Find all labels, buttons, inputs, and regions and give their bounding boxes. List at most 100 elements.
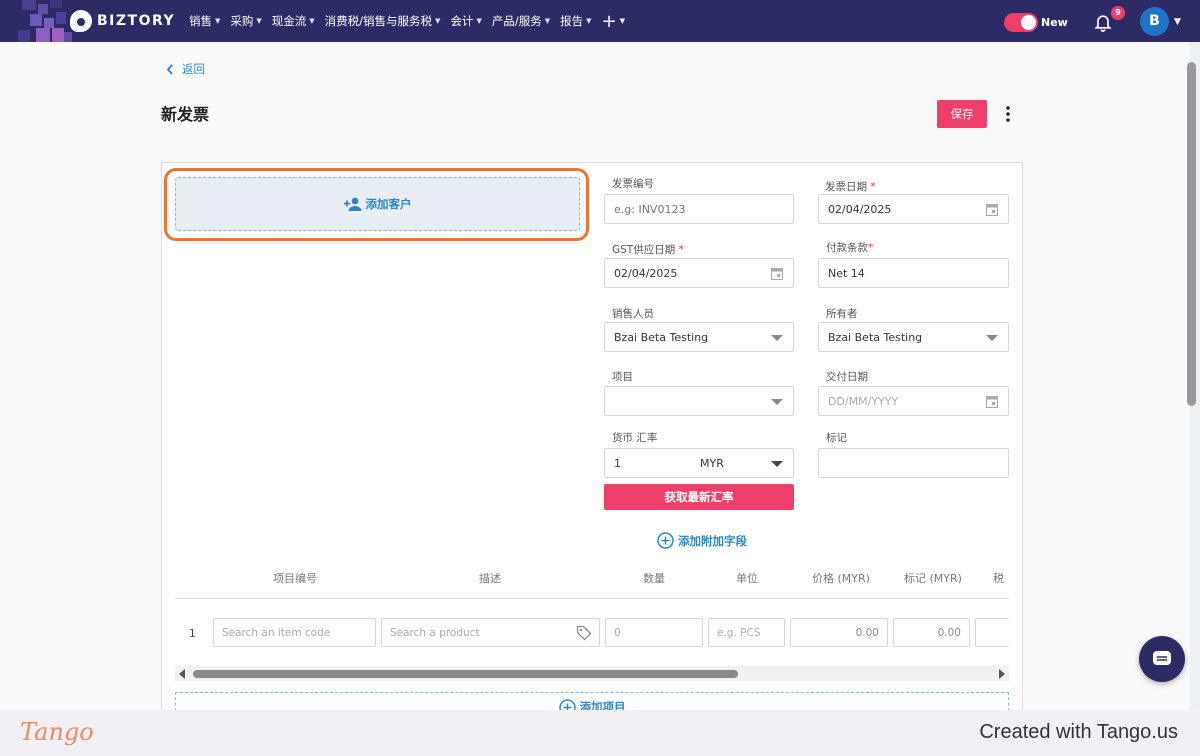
chevron-down-icon: ▼ bbox=[309, 17, 315, 25]
nav-item-products[interactable]: 产品/服务 ▼ bbox=[492, 13, 550, 29]
brand-logo[interactable]: BIZTORY bbox=[70, 10, 175, 32]
tag-label: 标记 bbox=[826, 432, 847, 444]
add-customer-button[interactable]: 添加客户 bbox=[175, 177, 580, 231]
invoice-date-field[interactable]: 02/04/2025 bbox=[818, 194, 1009, 224]
gst-date-field[interactable]: 02/04/2025 bbox=[604, 258, 794, 288]
dropdown-arrow-icon bbox=[986, 335, 998, 341]
tango-footer: Tango Created with Tango.us bbox=[0, 710, 1200, 756]
owner-select[interactable]: Bzai Beta Testing bbox=[818, 322, 1009, 352]
chevron-down-icon: ▼ bbox=[619, 17, 625, 25]
unit-placeholder: e.g. PCS bbox=[717, 626, 761, 639]
add-user-icon bbox=[343, 197, 361, 211]
delivery-date-field[interactable]: DD/MM/YYYY bbox=[818, 386, 1009, 416]
salesperson-select[interactable]: Bzai Beta Testing bbox=[604, 322, 794, 352]
tango-logo: Tango bbox=[20, 718, 94, 746]
toggle-label: New bbox=[1041, 16, 1068, 29]
main-nav: 销售 ▼ 采购 ▼ 现金流 ▼ 消费税/销售与服务税 ▼ 会计 ▼ 产品/服务 ▼ 报告 ▼ … bbox=[189, 0, 625, 42]
invoice-number-input[interactable] bbox=[604, 194, 794, 224]
currency-code: MYR bbox=[700, 457, 724, 470]
currency-rate-field[interactable]: 1 MYR bbox=[604, 448, 794, 478]
column-header-description: 描述 bbox=[479, 572, 501, 585]
gst-date-label: GST供应日期 * bbox=[612, 242, 684, 257]
table-header-divider bbox=[175, 598, 1009, 599]
top-navbar: BIZTORY 销售 ▼ 采购 ▼ 现金流 ▼ 消费税/销售与服务税 ▼ 会计 ▼ 产品/… bbox=[0, 0, 1200, 42]
quantity-placeholder: 0 bbox=[614, 626, 621, 639]
tag-amount-input[interactable]: 0.00 bbox=[893, 618, 970, 647]
column-header-tag: 标记 (MYR) bbox=[904, 572, 962, 585]
product-placeholder: Search a product bbox=[390, 626, 480, 639]
salesperson-value: Bzai Beta Testing bbox=[614, 330, 709, 344]
horizontal-scrollbar[interactable] bbox=[175, 666, 1009, 681]
tag-input[interactable] bbox=[818, 448, 1009, 478]
scrollbar-thumb[interactable] bbox=[193, 670, 738, 678]
avatar[interactable]: B bbox=[1140, 7, 1169, 36]
item-code-search-input[interactable]: Search an item code bbox=[213, 618, 376, 647]
chevron-down-icon: ▼ bbox=[544, 17, 551, 25]
payment-terms-field[interactable]: Net 14 bbox=[818, 258, 1009, 288]
unit-input[interactable]: e.g. PCS bbox=[708, 618, 785, 647]
more-options-icon[interactable] bbox=[1000, 104, 1016, 124]
label-text: 付款条款 bbox=[826, 242, 868, 254]
delivery-date-label: 交付日期 bbox=[826, 371, 868, 383]
get-latest-rate-button[interactable]: 获取最新汇率 bbox=[604, 484, 794, 510]
scroll-right-arrow-icon[interactable] bbox=[999, 669, 1005, 679]
vertical-scrollbar[interactable] bbox=[1187, 62, 1196, 406]
nav-item-accounting[interactable]: 会计 ▼ bbox=[450, 13, 481, 29]
item-code-placeholder: Search an item code bbox=[222, 626, 331, 639]
chat-icon bbox=[1153, 651, 1171, 665]
bell-icon[interactable] bbox=[1093, 12, 1113, 32]
invoice-date-value: 02/04/2025 bbox=[828, 202, 892, 216]
chevron-down-icon: ▼ bbox=[256, 17, 262, 25]
nav-label: 会计 bbox=[450, 14, 474, 28]
invoice-number-label: 发票编号 bbox=[612, 178, 654, 190]
tax-select[interactable] bbox=[975, 618, 1009, 647]
row-number: 1 bbox=[189, 628, 196, 640]
nav-add-menu[interactable]: + ▼ bbox=[601, 11, 624, 32]
gst-date-value: 02/04/2025 bbox=[614, 266, 678, 280]
chevron-left-icon bbox=[166, 63, 173, 75]
exchange-rate-value: 1 bbox=[614, 456, 621, 470]
owner-label: 所有者 bbox=[826, 308, 858, 320]
project-label: 项目 bbox=[612, 371, 633, 383]
price-value: 0.00 bbox=[855, 626, 879, 639]
chevron-down-icon[interactable]: ▼ bbox=[1174, 17, 1181, 27]
tag-amount-value: 0.00 bbox=[937, 626, 961, 639]
back-link[interactable]: 返回 bbox=[166, 61, 205, 77]
calendar-icon bbox=[986, 204, 998, 216]
owner-value: Bzai Beta Testing bbox=[828, 330, 923, 344]
label-text: GST供应日期 bbox=[612, 244, 676, 256]
quantity-input[interactable]: 0 bbox=[605, 618, 703, 647]
product-search-input[interactable]: Search a product bbox=[381, 618, 600, 647]
nav-item-tax[interactable]: 消费税/销售与服务税 ▼ bbox=[325, 13, 441, 29]
nav-label: 消费税/销售与服务税 bbox=[324, 14, 433, 28]
column-header-price: 价格 (MYR) bbox=[812, 572, 870, 585]
scroll-left-arrow-icon[interactable] bbox=[179, 669, 185, 679]
payment-terms-value: Net 14 bbox=[828, 266, 865, 280]
plus-circle-icon bbox=[657, 532, 674, 549]
brand-name: BIZTORY bbox=[97, 13, 176, 29]
currency-rate-label: 货币 汇率 bbox=[612, 432, 658, 444]
column-header-unit: 单位 bbox=[736, 572, 758, 585]
new-ui-toggle[interactable] bbox=[1004, 13, 1038, 32]
payment-terms-label: 付款条款* bbox=[826, 240, 873, 255]
nav-label: 采购 bbox=[230, 14, 254, 28]
calendar-icon bbox=[986, 396, 998, 408]
column-header-tax: 税 bbox=[993, 572, 1004, 585]
dropdown-arrow-icon bbox=[771, 461, 783, 467]
nav-item-reports[interactable]: 报告 ▼ bbox=[560, 13, 591, 29]
calendar-icon bbox=[771, 268, 783, 280]
nav-item-sales[interactable]: 销售 ▼ bbox=[189, 13, 220, 29]
notification-badge: 9 bbox=[1111, 6, 1125, 20]
save-button[interactable]: 保存 bbox=[937, 100, 987, 128]
nav-label: 产品/服务 bbox=[491, 14, 542, 28]
invoice-date-label: 发票日期 * bbox=[825, 179, 876, 194]
nav-item-cashflow[interactable]: 现金流 ▼ bbox=[272, 13, 315, 29]
tag-icon[interactable] bbox=[576, 625, 592, 641]
delivery-date-placeholder: DD/MM/YYYY bbox=[828, 394, 899, 408]
add-extra-field-button[interactable]: 添加附加字段 bbox=[657, 532, 747, 549]
price-input[interactable]: 0.00 bbox=[790, 618, 888, 647]
required-mark: * bbox=[868, 242, 874, 254]
chat-support-button[interactable] bbox=[1139, 636, 1185, 682]
nav-item-purchases[interactable]: 采购 ▼ bbox=[230, 13, 261, 29]
project-select[interactable] bbox=[604, 386, 794, 416]
